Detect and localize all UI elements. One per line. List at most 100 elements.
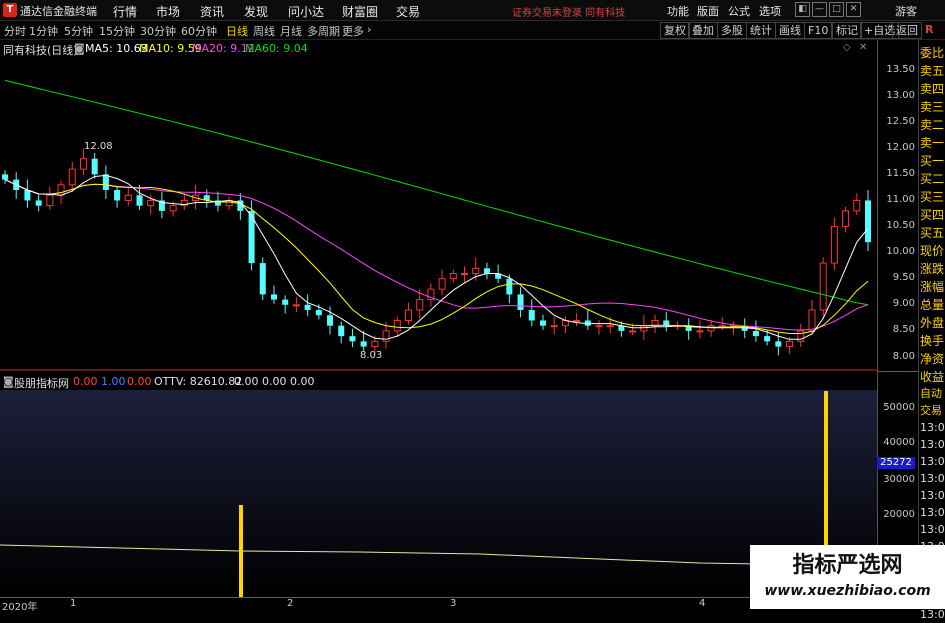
period-daily[interactable]: 日线 <box>226 23 248 39</box>
stats-button[interactable]: 统计 <box>746 22 776 39</box>
chevron-down-icon[interactable]: › <box>367 23 371 36</box>
candle-body <box>35 200 42 206</box>
side-trade-time: 13:02 <box>920 489 945 502</box>
menu-market[interactable]: 市场 <box>156 3 180 20</box>
multi-stock-button[interactable]: 多股 <box>717 22 747 39</box>
candle-body <box>449 273 457 280</box>
ma60-value: MA60: 9.04 <box>245 42 308 55</box>
side-trade-time: 13:02 <box>920 506 945 519</box>
price-tick: 12.50 <box>886 116 915 127</box>
period-monthly[interactable]: 月线 <box>280 23 302 39</box>
minimize-icon[interactable]: — <box>812 2 827 17</box>
diamond-icon[interactable]: ◇ <box>843 42 851 53</box>
candle-body <box>68 168 76 186</box>
period-multi[interactable]: 多周期 <box>307 23 340 39</box>
indicator-v3: 0.00 <box>127 375 152 388</box>
indicator-chart[interactable] <box>0 372 877 597</box>
high-price-label: 12.08 <box>84 141 113 152</box>
date-label: 3 <box>450 598 457 609</box>
watermark-url: www.xuezhibiao.com <box>764 583 931 599</box>
candle-body <box>550 325 558 328</box>
side-label: 外盘 <box>920 316 945 330</box>
indicator-v2: 1.00 <box>101 375 126 388</box>
maximize-icon[interactable]: □ <box>829 2 844 17</box>
menu-trade[interactable]: 交易 <box>396 3 420 20</box>
date-label: 2 <box>287 598 294 609</box>
candle-body <box>517 294 524 311</box>
period-30min[interactable]: 30分钟 <box>140 23 176 39</box>
candle-body <box>842 210 850 228</box>
login-notice[interactable]: 证券交易未登录 同有科技 <box>512 4 625 19</box>
app-title: 通达信金融终端 <box>20 5 97 18</box>
legend-toggle-icon[interactable]: ◙ <box>74 42 85 55</box>
close-panel-icon[interactable]: ✕ <box>859 42 867 53</box>
overlay-button[interactable]: 叠加 <box>688 22 718 39</box>
candle-body <box>786 340 794 348</box>
menu-function[interactable]: 功能 <box>667 3 689 19</box>
period-more[interactable]: 更多 <box>342 23 364 39</box>
price-tick: 9.50 <box>892 272 915 283</box>
indicator-v6: 0.00 <box>290 375 315 388</box>
candle-body <box>528 310 535 321</box>
price-tick: 10.50 <box>886 220 915 231</box>
period-weekly[interactable]: 周线 <box>253 23 275 39</box>
menu-formula[interactable]: 公式 <box>728 3 750 19</box>
period-15min[interactable]: 15分钟 <box>99 23 135 39</box>
candle-body <box>416 299 424 311</box>
close-icon[interactable]: ✕ <box>846 2 861 17</box>
side-trade-time: 13:02 <box>920 472 945 485</box>
side-label: 卖一 <box>920 136 945 150</box>
back-button[interactable]: 返回 <box>892 22 922 39</box>
price-tick: 11.50 <box>886 168 915 179</box>
price-tick: 9.00 <box>892 298 915 309</box>
menu-ask[interactable]: 问小达 <box>288 3 324 20</box>
side-label: 委比 <box>920 46 945 60</box>
quote-side-panel[interactable]: 委比 卖五 卖四 卖三 卖二 卖一 买一 买二 买三 买四 买五 现价 涨跌 涨幅 总量 外盘 换手 净资 收益 自… <box>918 40 945 621</box>
side-label: 卖四 <box>920 82 945 96</box>
period-1min[interactable]: 1分钟 <box>29 23 58 39</box>
candle-body <box>595 325 603 328</box>
draw-line-button[interactable]: 画线 <box>775 22 805 39</box>
app-logo-icon: T <box>3 3 17 17</box>
menu-quotes[interactable]: 行情 <box>113 3 137 20</box>
candle-body <box>360 341 367 347</box>
guest-label[interactable]: 游客 <box>895 3 917 19</box>
candle-body <box>2 174 8 180</box>
current-value-badge: 25272 <box>877 457 915 469</box>
side-trade-time: 13:02 <box>920 523 945 536</box>
menu-news[interactable]: 资讯 <box>200 3 224 20</box>
period-5min[interactable]: 5分钟 <box>64 23 93 39</box>
menu-discover[interactable]: 发现 <box>244 3 268 20</box>
candle-body <box>573 319 581 322</box>
candle-body <box>114 190 121 201</box>
menu-options[interactable]: 选项 <box>759 3 781 19</box>
side-label: 卖三 <box>920 100 945 114</box>
side-trade-time: 13:02 <box>920 438 945 451</box>
menu-wealth[interactable]: 财富圈 <box>342 3 378 20</box>
date-label: 4 <box>699 598 706 609</box>
period-toolbar: 分时 1分钟 5分钟 15分钟 30分钟 60分钟 日线 周线 月线 多周期 更… <box>0 21 945 40</box>
f10-button[interactable]: F10 <box>804 22 833 39</box>
side-trade-time: 自动 <box>920 387 942 400</box>
candle-body <box>327 315 334 326</box>
skin-icon[interactable]: ◧ <box>795 2 810 17</box>
menu-layout[interactable]: 版面 <box>697 3 719 19</box>
adjust-button[interactable]: 复权 <box>660 22 690 39</box>
period-60min[interactable]: 60分钟 <box>181 23 217 39</box>
candle-body <box>819 262 827 311</box>
candle-body <box>438 278 446 290</box>
mark-button[interactable]: 标记 <box>832 22 862 39</box>
candle-body <box>853 199 861 212</box>
period-intraday[interactable]: 分时 <box>4 23 26 39</box>
side-label: 换手 <box>920 334 945 348</box>
candle-body <box>764 336 771 342</box>
candle-body <box>393 319 401 332</box>
candle-body <box>169 205 177 212</box>
side-label: 买五 <box>920 226 945 240</box>
candle-body <box>46 194 54 207</box>
indicator-toggle-icon[interactable]: ◙ <box>3 375 14 388</box>
ottv-value: OTTV: 82610.82 <box>154 375 243 388</box>
price-tick: 11.00 <box>886 194 915 205</box>
kline-chart[interactable] <box>0 40 877 371</box>
candle-body <box>259 263 266 295</box>
